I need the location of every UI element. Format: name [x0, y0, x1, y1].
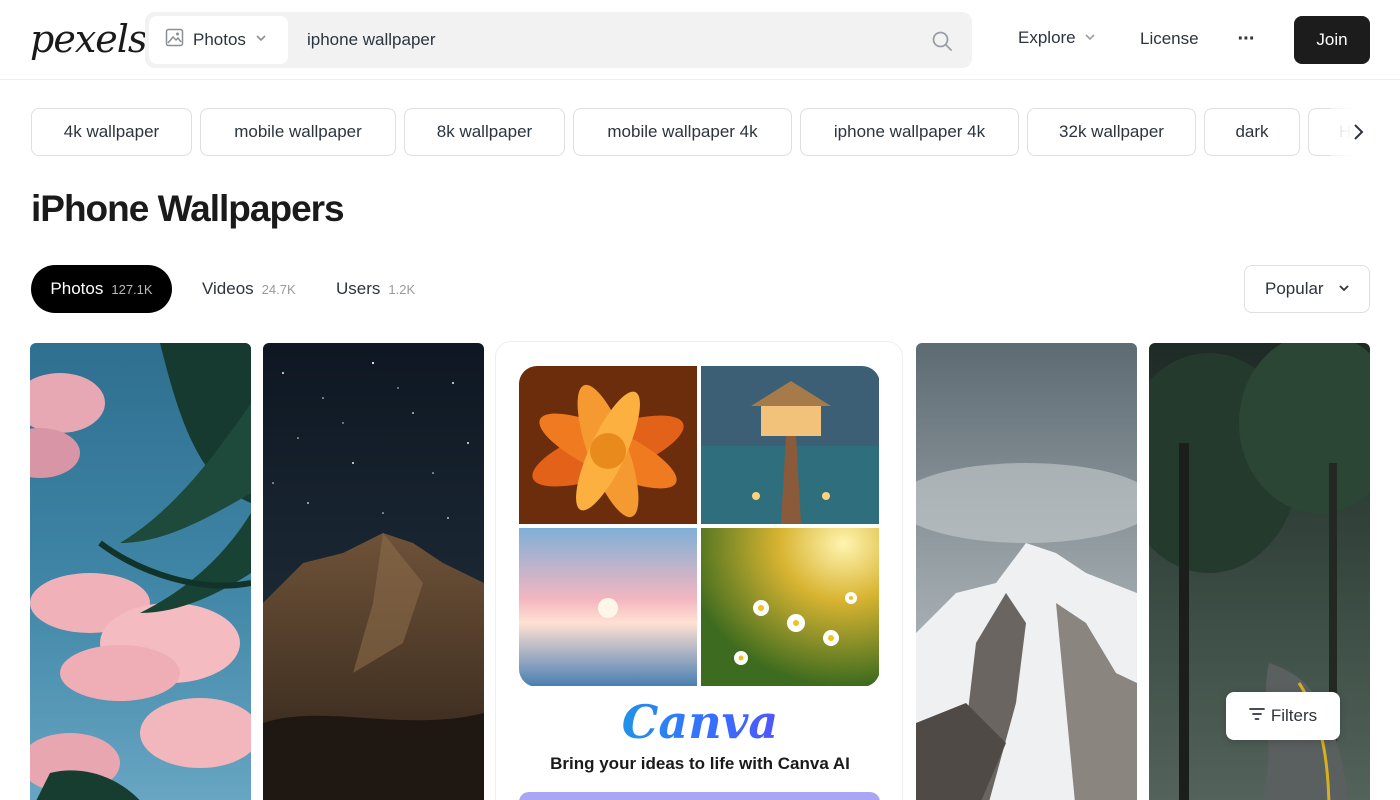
photo-starry-mountain[interactable] — [263, 343, 484, 800]
filters-button[interactable]: Filters — [1226, 692, 1340, 740]
chip-dark[interactable]: dark — [1204, 108, 1300, 156]
tab-videos[interactable]: Videos 24.7K — [202, 265, 296, 313]
chevron-down-icon — [1338, 279, 1350, 299]
canva-flower-image — [519, 366, 697, 524]
canva-ad-card[interactable]: Canva Bring your ideas to life with Canv… — [495, 341, 903, 800]
pexels-logo[interactable]: pexels — [30, 14, 147, 64]
filters-label: Filters — [1270, 706, 1318, 725]
chip-mobile-wallpaper-4k[interactable]: mobile wallpaper 4k — [573, 108, 792, 156]
chip-4k-wallpaper[interactable]: 4k wallpaper — [31, 108, 192, 156]
explore-menu[interactable]: Explore — [1018, 28, 1096, 48]
sort-label: Popular — [1265, 279, 1324, 298]
tab-count: 1.2K — [388, 281, 416, 297]
tab-photos[interactable]: Photos 127.1K — [31, 265, 172, 313]
search-type-label: Photos — [193, 30, 246, 49]
chip-32k-wallpaper[interactable]: 32k wallpaper — [1027, 108, 1196, 156]
search-icon[interactable] — [931, 30, 953, 52]
license-link[interactable]: License — [1140, 29, 1199, 49]
chevron-down-icon — [1084, 28, 1096, 48]
photo-snowy-mountain[interactable] — [916, 343, 1137, 800]
canva-logo: Canva — [496, 692, 902, 752]
canva-daisies-image — [701, 528, 879, 686]
tab-label: Videos — [202, 279, 254, 298]
sort-dropdown[interactable]: Popular — [1244, 265, 1370, 313]
tab-users[interactable]: Users 1.2K — [336, 265, 415, 313]
explore-label: Explore — [1018, 28, 1076, 47]
canva-image-grid — [519, 366, 880, 687]
canva-sunset-image — [519, 528, 697, 686]
canva-cta-button[interactable] — [519, 792, 880, 800]
search-type-dropdown[interactable]: Photos — [149, 16, 288, 64]
canva-tagline: Bring your ideas to life with Canva AI — [550, 754, 850, 773]
tab-label: Users — [336, 279, 381, 298]
chevron-down-icon — [255, 31, 267, 49]
search-bar: Photos — [145, 12, 972, 68]
tab-label: Photos — [50, 279, 104, 298]
chip-iphone-wallpaper-4k[interactable]: iphone wallpaper 4k — [800, 108, 1019, 156]
photo-palm-trees[interactable] — [30, 343, 251, 800]
top-header: pexels Photos Explore License ··· Join — [0, 0, 1400, 80]
canva-pier-image — [701, 366, 879, 524]
image-icon — [165, 28, 184, 52]
filter-icon — [1248, 706, 1265, 726]
more-menu-icon[interactable]: ··· — [1234, 24, 1258, 54]
join-button[interactable]: Join — [1294, 16, 1370, 64]
tab-count: 127.1K — [111, 281, 153, 297]
chevron-right-icon[interactable] — [1349, 120, 1369, 144]
page-title: iPhone Wallpapers — [31, 188, 345, 229]
chip-8k-wallpaper[interactable]: 8k wallpaper — [404, 108, 565, 156]
tab-count: 24.7K — [261, 281, 296, 297]
search-input[interactable] — [307, 20, 907, 60]
related-searches: 4k wallpaper mobile wallpaper 8k wallpap… — [31, 108, 1370, 156]
chip-mobile-wallpaper[interactable]: mobile wallpaper — [200, 108, 396, 156]
